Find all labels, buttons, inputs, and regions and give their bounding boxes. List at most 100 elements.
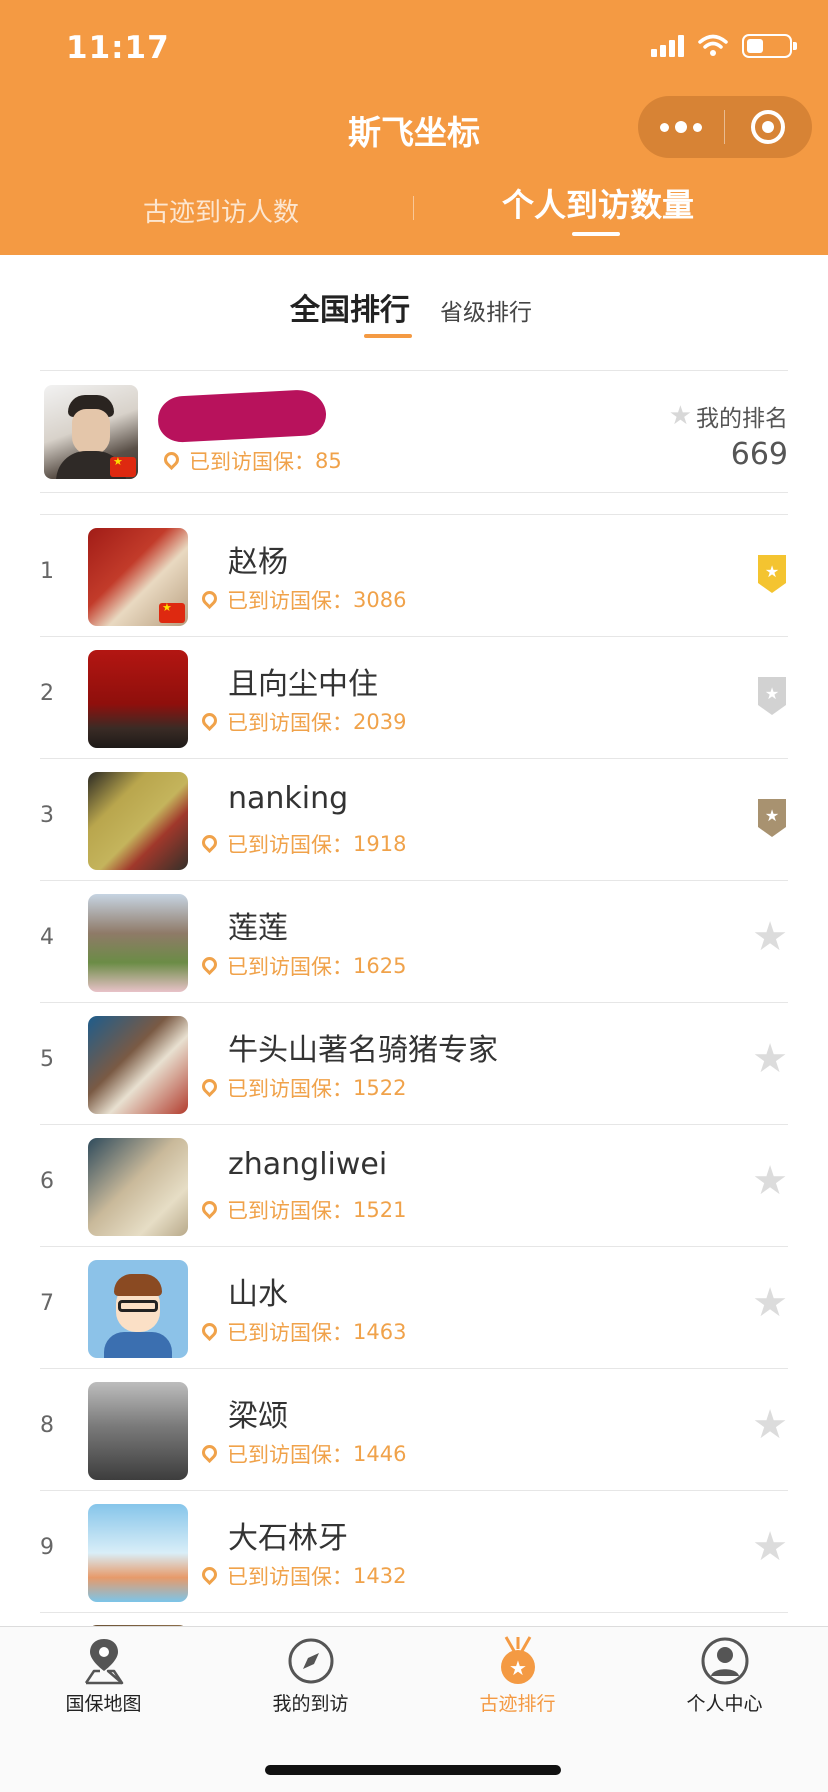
location-pin-icon [198, 1075, 221, 1097]
nav-map[interactable]: 国保地图 [0, 1627, 207, 1747]
table-row[interactable]: 6 zhangliwei 已到访国保： 1521 ★ [40, 1124, 788, 1246]
avatar [88, 650, 188, 748]
location-pin-icon [198, 953, 221, 975]
tab-divider [413, 196, 414, 220]
location-pin-icon [198, 1319, 221, 1341]
table-row[interactable]: 3 nanking 已到访国保： 1918 ★ [40, 758, 788, 880]
battery-icon [742, 34, 797, 58]
sub-tab-indicator [364, 334, 412, 338]
nav-label: 我的到访 [272, 1693, 349, 1715]
location-pin-icon [198, 709, 221, 731]
visited-count: 已到访国保： 1463 [198, 1317, 406, 1347]
compass-icon [288, 1638, 334, 1684]
user-name: 大石林牙 [228, 1521, 348, 1556]
wifi-icon [698, 34, 728, 56]
silver-medal-icon: ★ [756, 675, 788, 717]
location-pin-icon [160, 448, 183, 470]
tab-provincial-ranking[interactable]: 省级排行 [440, 293, 532, 327]
my-rank-text: 我的排名 [696, 406, 788, 432]
nav-label: 古迹排行 [479, 1693, 556, 1715]
user-name: 赵杨 [228, 545, 288, 580]
visited-count: 已到访国保： 1432 [198, 1561, 407, 1591]
star-icon: ★ [752, 1280, 788, 1326]
svg-text:★: ★ [765, 684, 779, 703]
rank-number: 8 [40, 1413, 54, 1438]
nav-my-visits[interactable]: 我的到访 [207, 1627, 414, 1747]
avatar [88, 1138, 188, 1236]
location-pin-icon [198, 1197, 221, 1219]
rank-number: 7 [40, 1291, 54, 1316]
tab-national-ranking[interactable]: 全国排行 [290, 285, 410, 329]
location-pin-icon [198, 1563, 221, 1585]
table-row[interactable]: 4 莲莲 已到访国保： 1625 ★ [40, 880, 788, 1002]
visited-count: 已到访国保： 2039 [198, 707, 407, 737]
user-name: 牛头山著名骑猪专家 [228, 1033, 498, 1068]
nav-ranking[interactable]: ★ 古迹排行 [414, 1627, 621, 1747]
visited-count: 已到访国保： 1446 [198, 1439, 407, 1469]
visited-label: 已到访国保： [227, 711, 353, 735]
status-icons [651, 34, 797, 58]
avatar [88, 1016, 188, 1114]
table-row[interactable]: 2 且向尘中住 已到访国保： 2039 ★ [40, 636, 788, 758]
tab-personal-visits[interactable]: 个人到访数量 [502, 180, 694, 226]
table-row[interactable]: 9 大石林牙 已到访国保： 1432 ★ [40, 1490, 788, 1612]
person-icon [701, 1637, 749, 1685]
location-pin-icon [198, 831, 221, 853]
star-icon: ★ [752, 1036, 788, 1082]
rank-number: 1 [40, 559, 54, 584]
rank-number: 5 [40, 1047, 54, 1072]
star-icon: ★ [752, 1158, 788, 1204]
star-icon: ★ [752, 1524, 788, 1570]
table-row[interactable]: 7 山水 已到访国保： 1463 ★ [40, 1246, 788, 1368]
visited-label: 已到访国保： [227, 589, 353, 613]
home-indicator[interactable] [265, 1765, 561, 1775]
signal-icon [651, 35, 684, 57]
svg-text:★: ★ [765, 806, 779, 825]
location-pin-icon [198, 587, 221, 609]
my-rank-label: ★ 我的排名 [669, 399, 788, 433]
sub-tabs: 全国排行 省级排行 [0, 285, 828, 345]
visited-count: 已到访国保： 1918 [198, 829, 407, 859]
more-dots-icon[interactable] [638, 96, 724, 158]
svg-text:★: ★ [765, 562, 779, 581]
table-row[interactable]: 5 牛头山著名骑猪专家 已到访国保： 1522 ★ [40, 1002, 788, 1124]
bronze-medal-icon: ★ [756, 797, 788, 839]
my-rank-card[interactable]: 已到访国保： 85 ★ 我的排名 669 [40, 370, 788, 493]
visited-value: 1918 [353, 832, 407, 856]
nav-label: 国保地图 [65, 1693, 142, 1715]
ranking-list: 1 赵杨 已到访国保： 3086 ★ 2 且向尘中住 已到访国保： 2039 ★… [40, 514, 788, 1632]
avatar [88, 1504, 188, 1602]
visited-value: 3086 [353, 588, 407, 612]
visited-label: 已到访国保： [227, 1077, 353, 1101]
table-row[interactable]: 8 梁颂 已到访国保： 1446 ★ [40, 1368, 788, 1490]
user-name: 梁颂 [228, 1399, 288, 1434]
my-visited-count: 已到访国保： 85 [160, 446, 342, 476]
table-row[interactable]: 1 赵杨 已到访国保： 3086 ★ [40, 514, 788, 636]
visited-value: 85 [315, 449, 342, 473]
visited-value: 1446 [353, 1442, 407, 1466]
rank-number: 6 [40, 1169, 54, 1194]
user-name: 莲莲 [228, 911, 288, 946]
avatar [88, 528, 188, 626]
avatar [88, 894, 188, 992]
visited-value: 1522 [353, 1076, 407, 1100]
active-tab-indicator [572, 232, 620, 236]
svg-text:★: ★ [509, 1656, 527, 1680]
tab-site-visitors[interactable]: 古迹到访人数 [143, 192, 299, 229]
visited-value: 1625 [353, 954, 407, 978]
user-name: zhangliwei [228, 1147, 388, 1182]
medal-icon: ★ [501, 1636, 535, 1684]
visited-count: 已到访国保： 1625 [198, 951, 407, 981]
visited-value: 2039 [353, 710, 407, 734]
avatar [88, 1382, 188, 1480]
gold-medal-icon: ★ [756, 553, 788, 595]
rank-number: 4 [40, 925, 54, 950]
avatar [88, 772, 188, 870]
visited-label: 已到访国保： [189, 450, 315, 474]
visited-label: 已到访国保： [227, 1443, 353, 1467]
user-name: 山水 [228, 1277, 288, 1312]
nav-profile[interactable]: 个人中心 [621, 1627, 828, 1747]
target-close-icon[interactable] [725, 96, 811, 158]
visited-value: 1432 [353, 1564, 407, 1588]
top-tabs: 古迹到访人数 个人到访数量 [0, 180, 828, 240]
